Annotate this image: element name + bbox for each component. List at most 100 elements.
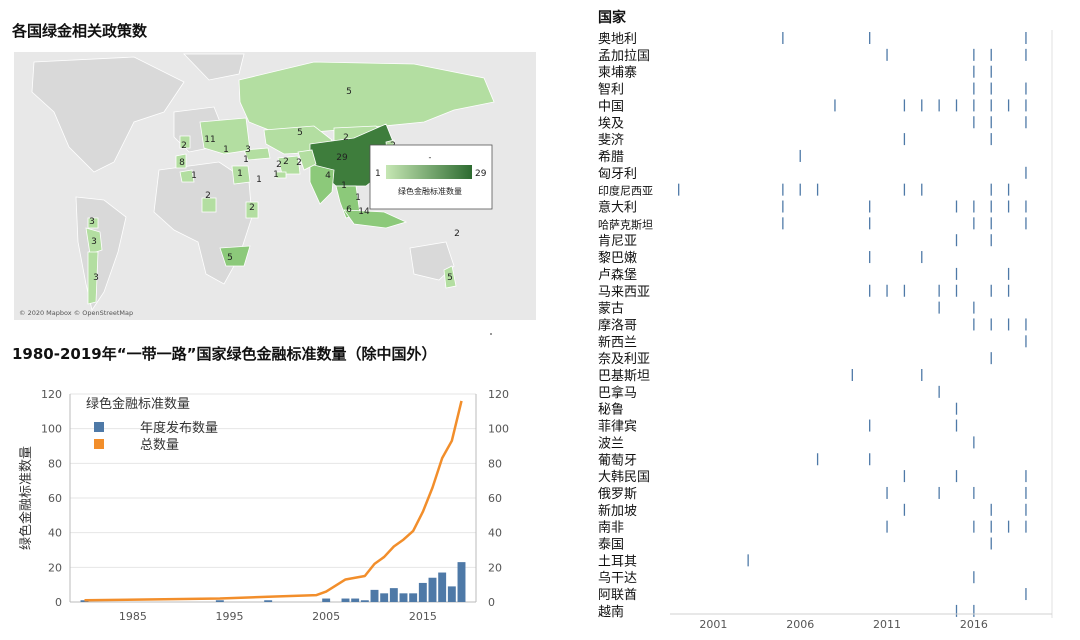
country-label: 蒙古 bbox=[598, 302, 624, 317]
y-tick-right: 120 bbox=[488, 388, 509, 401]
map-count-label: 2 bbox=[343, 133, 349, 143]
bar-annual bbox=[409, 593, 418, 602]
country-label: 哈萨克斯坦 bbox=[598, 217, 653, 231]
map-count-label: 2 bbox=[181, 141, 187, 151]
map-legend: - 1 29 绿色金融标准数量 bbox=[369, 144, 493, 210]
country-label: 斐济 bbox=[598, 133, 624, 148]
bar-annual bbox=[418, 582, 427, 602]
timeline-x-tick: 2001 bbox=[699, 618, 727, 631]
bar-annual bbox=[341, 598, 350, 602]
legend-swatch-total bbox=[94, 439, 104, 449]
chart-title: 1980-2019年“一带一路”国家绿色金融标准数量（除中国外） bbox=[12, 345, 437, 363]
bar-annual bbox=[447, 586, 456, 602]
country-label: 巴基斯坦 bbox=[598, 369, 650, 384]
y-tick-right: 100 bbox=[488, 423, 509, 436]
bar-annual bbox=[360, 600, 369, 602]
legend-label-annual: 年度发布数量 bbox=[140, 420, 218, 436]
map-count-label: 6 bbox=[346, 205, 352, 215]
map-land-gray-0 bbox=[31, 56, 185, 173]
india-region bbox=[309, 163, 335, 205]
map-count-label: 3 bbox=[93, 273, 99, 283]
country-label: 埃及 bbox=[598, 116, 624, 131]
x-tick: 1995 bbox=[216, 610, 244, 623]
country-label: 新加坡 bbox=[598, 503, 637, 519]
map-count-label: 3 bbox=[91, 237, 97, 247]
bar-annual bbox=[264, 600, 273, 602]
y-tick-left: 40 bbox=[48, 527, 62, 540]
bar-annual bbox=[457, 562, 466, 602]
map-count-label: 3 bbox=[89, 217, 95, 227]
bar-annual bbox=[380, 593, 389, 602]
map-count-label: 2 bbox=[205, 191, 211, 201]
timeline-header: 国家 bbox=[598, 9, 627, 26]
y-tick-left: 20 bbox=[48, 561, 62, 574]
map-count-label: 3 bbox=[245, 145, 251, 155]
country-label: 意大利 bbox=[598, 200, 637, 216]
map-count-label: 2 bbox=[296, 158, 302, 168]
country-label: 乌干达 bbox=[598, 570, 637, 586]
map-legend-max: 29 bbox=[475, 169, 487, 179]
country-label: 大韩民国 bbox=[598, 470, 650, 485]
map-land-gray-1 bbox=[183, 53, 245, 81]
map-count-label: 1 bbox=[223, 145, 229, 155]
country-label: 新西兰 bbox=[598, 334, 637, 350]
map-count-label: 11 bbox=[204, 135, 215, 145]
indonesia-region bbox=[343, 209, 408, 229]
country-label: 阿联酋 bbox=[598, 587, 637, 603]
map-attribution: © 2020 Mapbox © OpenStreetMap bbox=[19, 309, 133, 317]
y-axis-title: 绿色金融标准数量 bbox=[18, 446, 34, 550]
map-count-label: 2 bbox=[276, 160, 282, 170]
country-label: 菲律宾 bbox=[598, 419, 637, 435]
y-tick-right: 0 bbox=[488, 596, 495, 609]
map-count-label: 2 bbox=[283, 157, 289, 167]
map-count-label: 1 bbox=[355, 193, 361, 203]
y-tick-left: 80 bbox=[48, 457, 62, 470]
country-label: 土耳其 bbox=[598, 554, 637, 569]
country-label: 匈牙利 bbox=[598, 167, 637, 182]
bar-annual bbox=[389, 588, 398, 602]
map-land-gray-2 bbox=[75, 196, 127, 311]
country-label: 俄罗斯 bbox=[598, 487, 637, 502]
map-count-label: 5 bbox=[447, 273, 453, 283]
country-label: 孟加拉国 bbox=[598, 49, 650, 64]
y-tick-right: 20 bbox=[488, 561, 502, 574]
map-count-label: 1 bbox=[237, 169, 243, 179]
timeline-x-tick: 2016 bbox=[960, 618, 988, 631]
x-tick: 1985 bbox=[119, 610, 147, 623]
map-count-label: 5 bbox=[297, 128, 303, 138]
country-label: 葡萄牙 bbox=[598, 453, 637, 468]
y-tick-left: 60 bbox=[48, 492, 62, 505]
map-count-label: 29 bbox=[336, 153, 348, 163]
country-label: 卢森堡 bbox=[598, 267, 637, 283]
bar-annual bbox=[351, 598, 360, 602]
bar-annual bbox=[438, 572, 447, 602]
map-legend-dash: - bbox=[429, 153, 432, 162]
russia-region bbox=[238, 61, 495, 133]
country-label: 黎巴嫩 bbox=[598, 251, 637, 266]
world-choropleth-map[interactable]: 55229241161422213111281212513332512-129绿… bbox=[14, 52, 536, 320]
bar-line-chart: 0 0 20 20 40 40 60 60 80 80 100 100 120 120 1985 1995 20… bbox=[10, 380, 530, 636]
country-label: 马来西亚 bbox=[598, 285, 650, 300]
country-label: 波兰 bbox=[598, 436, 624, 451]
bar-annual bbox=[428, 577, 437, 602]
bar-annual bbox=[322, 598, 331, 602]
country-label: 中国 bbox=[598, 99, 624, 114]
map-count-label: 2 bbox=[249, 203, 255, 213]
country-label: 柬埔寨 bbox=[598, 65, 637, 81]
y-tick-left: 100 bbox=[41, 423, 62, 436]
country-label: 巴拿马 bbox=[598, 385, 637, 401]
country-label: 智利 bbox=[598, 83, 624, 98]
y-tick-left: 0 bbox=[55, 596, 62, 609]
y-tick-left: 120 bbox=[41, 388, 62, 401]
map-legend-label: 绿色金融标准数量 bbox=[398, 186, 462, 196]
country-label: 泰国 bbox=[598, 538, 624, 553]
map-count-label: 14 bbox=[358, 207, 370, 217]
map-count-label: 4 bbox=[325, 171, 331, 181]
country-label: 肯尼亚 bbox=[598, 234, 637, 249]
map-count-label: 1 bbox=[256, 175, 262, 185]
bar-annual bbox=[399, 593, 408, 602]
bar-annual bbox=[215, 600, 224, 602]
chart-legend: 绿色金融标准数量年度发布数量总数量 bbox=[86, 396, 218, 453]
y-tick-right: 40 bbox=[488, 527, 502, 540]
country-label: 印度尼西亚 bbox=[598, 184, 653, 198]
